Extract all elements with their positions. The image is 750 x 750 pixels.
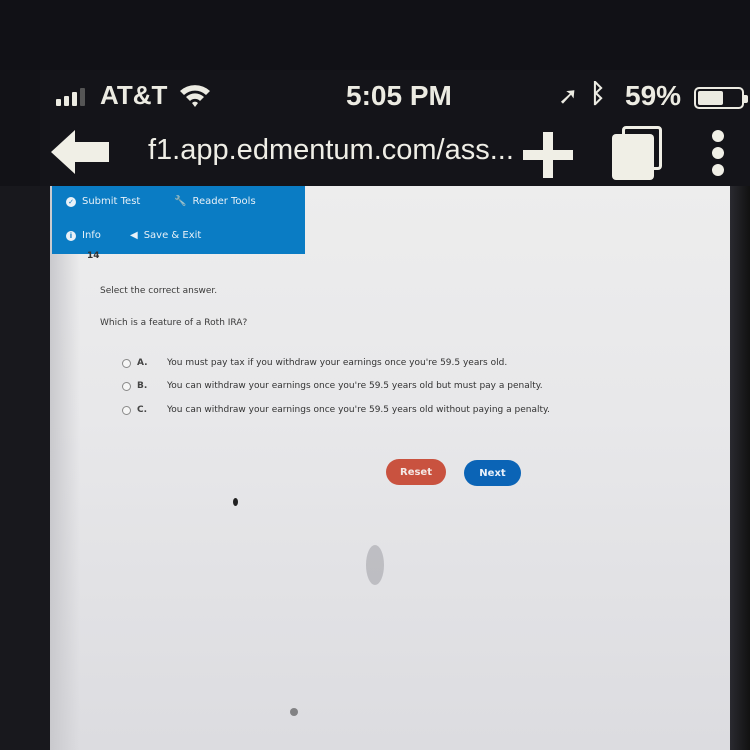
- submit-test-button[interactable]: ✓ Submit Test: [66, 196, 140, 207]
- clock: 5:05 PM: [346, 80, 452, 111]
- signal-icon: [56, 88, 85, 106]
- save-exit-label: Save & Exit: [143, 230, 202, 241]
- battery-fill: [698, 91, 723, 105]
- info-label: Info: [82, 230, 101, 241]
- screen-smudge: [290, 708, 298, 716]
- save-exit-button[interactable]: ◀ Save & Exit: [130, 230, 201, 241]
- battery-percent: 59%: [625, 80, 682, 111]
- screen-edge-shadow: [50, 186, 80, 750]
- submit-test-label: Submit Test: [82, 196, 141, 207]
- bluetooth-icon: ᛒ: [590, 79, 606, 109]
- phone-bezel-top: [0, 0, 750, 70]
- option-letter: C.: [137, 405, 148, 415]
- info-icon: i: [66, 230, 76, 241]
- option-letter: A.: [137, 358, 148, 368]
- next-button[interactable]: Next: [464, 460, 521, 486]
- instruction-text: Select the correct answer.: [100, 286, 218, 296]
- radio-button[interactable]: [122, 358, 131, 368]
- tabs-icon[interactable]: [610, 126, 666, 180]
- answer-option-a[interactable]: A. You must pay tax if you withdraw your…: [122, 358, 507, 368]
- answer-option-c[interactable]: C. You can withdraw your earnings once y…: [122, 405, 550, 415]
- option-text: You can withdraw your earnings once you'…: [167, 381, 543, 391]
- reader-tools-button[interactable]: 🔧 Reader Tools: [174, 196, 256, 207]
- wrench-icon: 🔧: [174, 196, 187, 207]
- option-letter: B.: [137, 381, 148, 391]
- screen-smudge: [366, 545, 384, 585]
- wifi-icon: [180, 85, 210, 107]
- info-button[interactable]: i Info: [66, 230, 101, 241]
- question-number: 14: [87, 251, 100, 261]
- check-circle-icon: ✓: [66, 196, 76, 207]
- browser-toolbar: f1.app.edmentum.com/ass...: [45, 122, 750, 182]
- speaker-icon: ◀: [130, 230, 138, 241]
- reset-button[interactable]: Reset: [386, 459, 446, 485]
- screen-smudge: [233, 498, 238, 506]
- answer-option-b[interactable]: B. You can withdraw your earnings once y…: [122, 381, 543, 391]
- url-bar[interactable]: f1.app.edmentum.com/ass...: [148, 134, 514, 167]
- radio-button[interactable]: [122, 381, 131, 391]
- location-arrow-icon: ➚: [558, 82, 579, 110]
- question-prompt: Which is a feature of a Roth IRA?: [100, 318, 248, 328]
- more-vertical-icon[interactable]: [710, 130, 728, 180]
- test-toolbar: ✓ Submit Test 🔧 Reader Tools i Info ◀ Sa…: [52, 186, 305, 254]
- phone-bezel-left: [0, 186, 50, 750]
- back-arrow-icon[interactable]: [49, 128, 111, 176]
- radio-button[interactable]: [122, 405, 131, 415]
- status-bar: AT&T 5:05 PM ➚ ᛒ 59%: [50, 76, 750, 116]
- reader-tools-label: Reader Tools: [192, 196, 256, 207]
- option-text: You can withdraw your earnings once you'…: [167, 405, 550, 415]
- battery-icon: [694, 87, 748, 109]
- phone-bezel-right: [730, 186, 750, 750]
- plus-icon[interactable]: [523, 132, 575, 178]
- carrier-label: AT&T: [100, 80, 168, 110]
- option-text: You must pay tax if you withdraw your ea…: [167, 358, 508, 368]
